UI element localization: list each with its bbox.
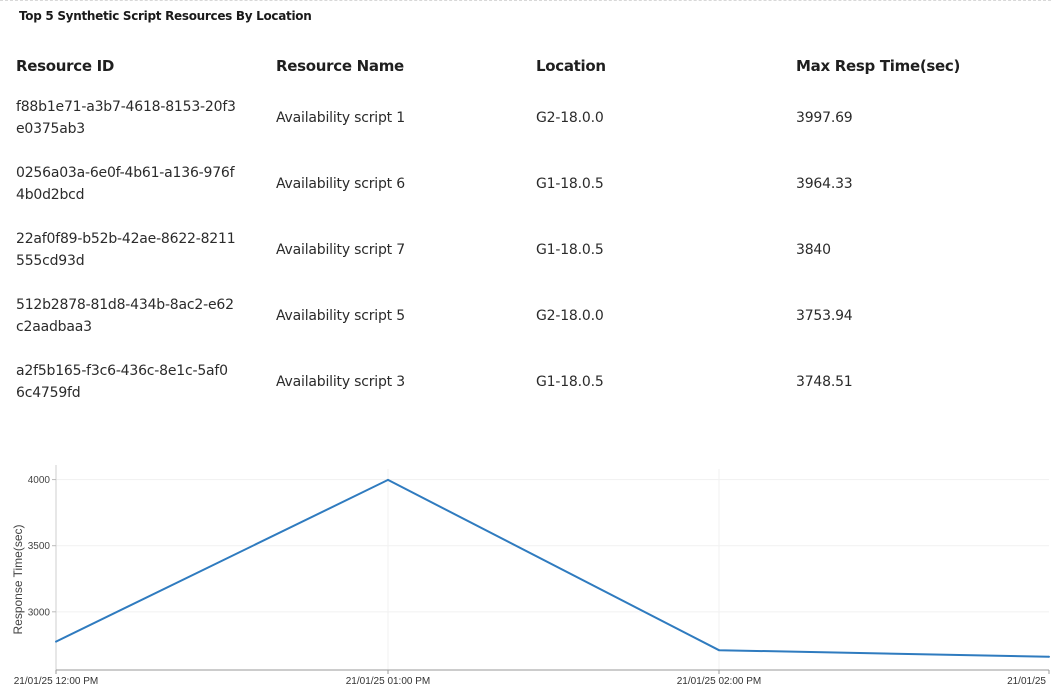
resources-table: Resource ID Resource Name Location Max R… xyxy=(16,47,1046,415)
resource-name-cell: Availability script 5 xyxy=(276,308,405,324)
resource-name-cell: Availability script 6 xyxy=(276,176,405,192)
table-row[interactable]: f88b1e71-a3b7-4618-8153-20f3e0375ab3 Ava… xyxy=(16,85,1046,151)
resource-name-cell: Availability script 3 xyxy=(276,374,405,390)
location-cell: G2-18.0.0 xyxy=(536,308,604,324)
y-tick-label: 3000 xyxy=(28,607,51,618)
max-resp-time-cell: 3840 xyxy=(796,242,831,258)
table-row[interactable]: 0256a03a-6e0f-4b61-a136-976f4b0d2bcd Ava… xyxy=(16,151,1046,217)
panel-title: Top 5 Synthetic Script Resources By Loca… xyxy=(19,9,312,23)
table-row[interactable]: 512b2878-81d8-434b-8ac2-e62c2aadbaa3 Ava… xyxy=(16,283,1046,349)
top-divider xyxy=(0,0,1051,1)
y-axis-label: Response Time(sec) xyxy=(11,524,25,634)
y-tick-label: 3500 xyxy=(28,541,51,552)
resource-id-cell: a2f5b165-f3c6-436c-8e1c-5af06c4759fd xyxy=(16,363,228,401)
y-axis-ticks: 3000 3500 4000 xyxy=(28,475,56,618)
table-header-row: Resource ID Resource Name Location Max R… xyxy=(16,47,1046,85)
resource-id-cell: 512b2878-81d8-434b-8ac2-e62c2aadbaa3 xyxy=(16,297,234,335)
x-axis-ticks: 21/01/25 12:00 PM 21/01/25 01:00 PM 21/01/… xyxy=(14,670,1050,687)
x-tick-label: 21/01/25 12:00 PM xyxy=(14,676,99,687)
x-tick-label: 21/01/25 01:00 PM xyxy=(346,676,431,687)
table-row[interactable]: a2f5b165-f3c6-436c-8e1c-5af06c4759fd Ava… xyxy=(16,349,1046,415)
column-header-resource-id[interactable]: Resource ID xyxy=(16,57,276,75)
resource-id-cell: f88b1e71-a3b7-4618-8153-20f3e0375ab3 xyxy=(16,99,236,137)
table-row[interactable]: 22af0f89-b52b-42ae-8622-8211555cd93d Ava… xyxy=(16,217,1046,283)
resource-name-cell: Availability script 7 xyxy=(276,242,405,258)
max-resp-time-cell: 3753.94 xyxy=(796,308,853,324)
chart-series[interactable] xyxy=(55,478,1050,658)
series-data-point[interactable] xyxy=(387,478,389,481)
column-header-location[interactable]: Location xyxy=(536,57,796,75)
column-header-max-resp-time[interactable]: Max Resp Time(sec) xyxy=(796,57,1046,75)
x-tick-label: 21/01/25 02:00 PM xyxy=(677,676,762,687)
resource-name-cell: Availability script 1 xyxy=(276,110,405,126)
series-data-point[interactable] xyxy=(718,649,720,652)
series-data-point[interactable] xyxy=(1048,655,1050,658)
max-resp-time-cell: 3964.33 xyxy=(796,176,853,192)
x-tick-label: 21/01/25 xyxy=(1007,676,1046,687)
location-cell: G2-18.0.0 xyxy=(536,110,604,126)
max-resp-time-cell: 3997.69 xyxy=(796,110,853,126)
response-time-series-line[interactable] xyxy=(55,478,1050,658)
resource-id-cell: 22af0f89-b52b-42ae-8622-8211555cd93d xyxy=(16,231,236,269)
max-resp-time-cell: 3748.51 xyxy=(796,374,853,390)
resource-id-cell: 0256a03a-6e0f-4b61-a136-976f4b0d2bcd xyxy=(16,165,235,203)
column-header-resource-name[interactable]: Resource Name xyxy=(276,57,536,75)
location-cell: G1-18.0.5 xyxy=(536,242,604,258)
response-time-chart: 3000 3500 4000 21/01/25 12:00 PM 21/01/25 0… xyxy=(0,455,1051,692)
location-cell: G1-18.0.5 xyxy=(536,176,604,192)
series-data-point[interactable] xyxy=(55,640,57,643)
location-cell: G1-18.0.5 xyxy=(536,374,604,390)
response-time-chart-svg: 3000 3500 4000 21/01/25 12:00 PM 21/01/25 0… xyxy=(11,465,1050,687)
y-tick-label: 4000 xyxy=(28,475,51,486)
